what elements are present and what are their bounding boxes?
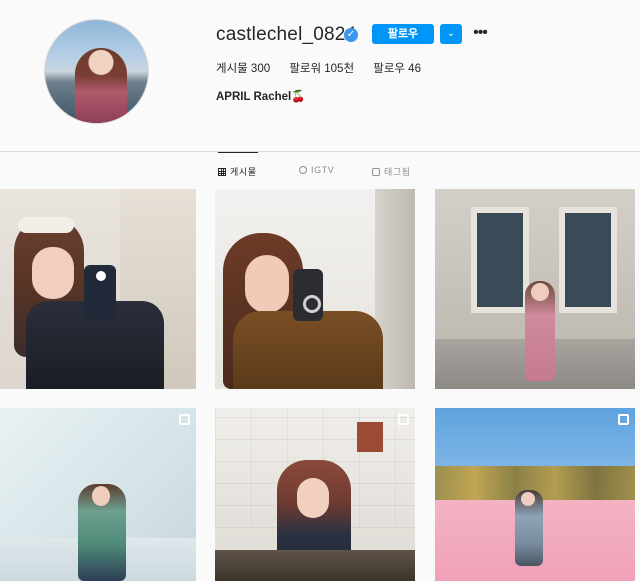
post-thumbnail[interactable] [0,189,196,389]
following-count[interactable]: 팔로우 46 [373,60,421,76]
post-thumbnail[interactable] [435,189,635,389]
profile-stats: 게시물 300 팔로워 105천 팔로우 46 [216,60,437,76]
chevron-down-icon[interactable]: ⌄ [440,24,462,44]
post-thumbnail[interactable] [215,408,415,581]
wall-sign [357,422,383,452]
profile-avatar[interactable] [44,19,149,124]
profile-full-name: APRIL Rachel🍒 [216,91,306,103]
tab-tagged[interactable]: 태그됨 [372,165,411,178]
post-thumbnail[interactable] [215,189,415,389]
phone-ring [303,295,321,313]
tab-tagged-label: 태그됨 [384,167,411,177]
profile-tabs: 게시물 IGTV 태그됨 [0,152,640,188]
face-shape [531,283,549,301]
face-shape [521,492,535,506]
tab-active-indicator [218,152,258,153]
profile-username: castlechel_0824 [216,24,357,45]
multiple-photos-icon [618,414,629,425]
verified-badge-icon: ✓ [344,28,358,42]
window-right [559,207,617,313]
post-thumbnail[interactable] [435,408,635,581]
face-shape [245,255,289,313]
posts-count[interactable]: 게시물 300 [216,60,270,76]
face-shape [32,247,74,299]
follow-button[interactable]: 팔로우 [372,24,434,44]
tab-igtv[interactable]: IGTV [299,165,334,175]
sweater-shape [233,311,383,389]
tagged-icon [372,167,380,176]
grid-icon [218,167,226,176]
profile-header: castlechel_0824 ✓ 팔로우 ⌄ ••• 게시물 300 팔로워 … [0,0,640,150]
tv-icon [299,166,307,174]
bench-shape [215,550,415,581]
tab-igtv-label: IGTV [311,165,335,175]
face-shape [92,486,110,506]
post-thumbnail[interactable] [0,408,196,581]
face-shape [297,478,329,518]
tab-posts-label: 게시물 [230,167,257,177]
headband-shape [18,217,74,233]
followers-count[interactable]: 팔로워 105천 [289,60,354,76]
multiple-photos-icon [179,414,190,425]
avatar-figure [75,48,127,123]
tab-posts[interactable]: 게시물 [218,165,257,178]
more-options-icon[interactable]: ••• [470,22,490,44]
window-left [471,207,529,313]
phone-flash [96,271,106,281]
